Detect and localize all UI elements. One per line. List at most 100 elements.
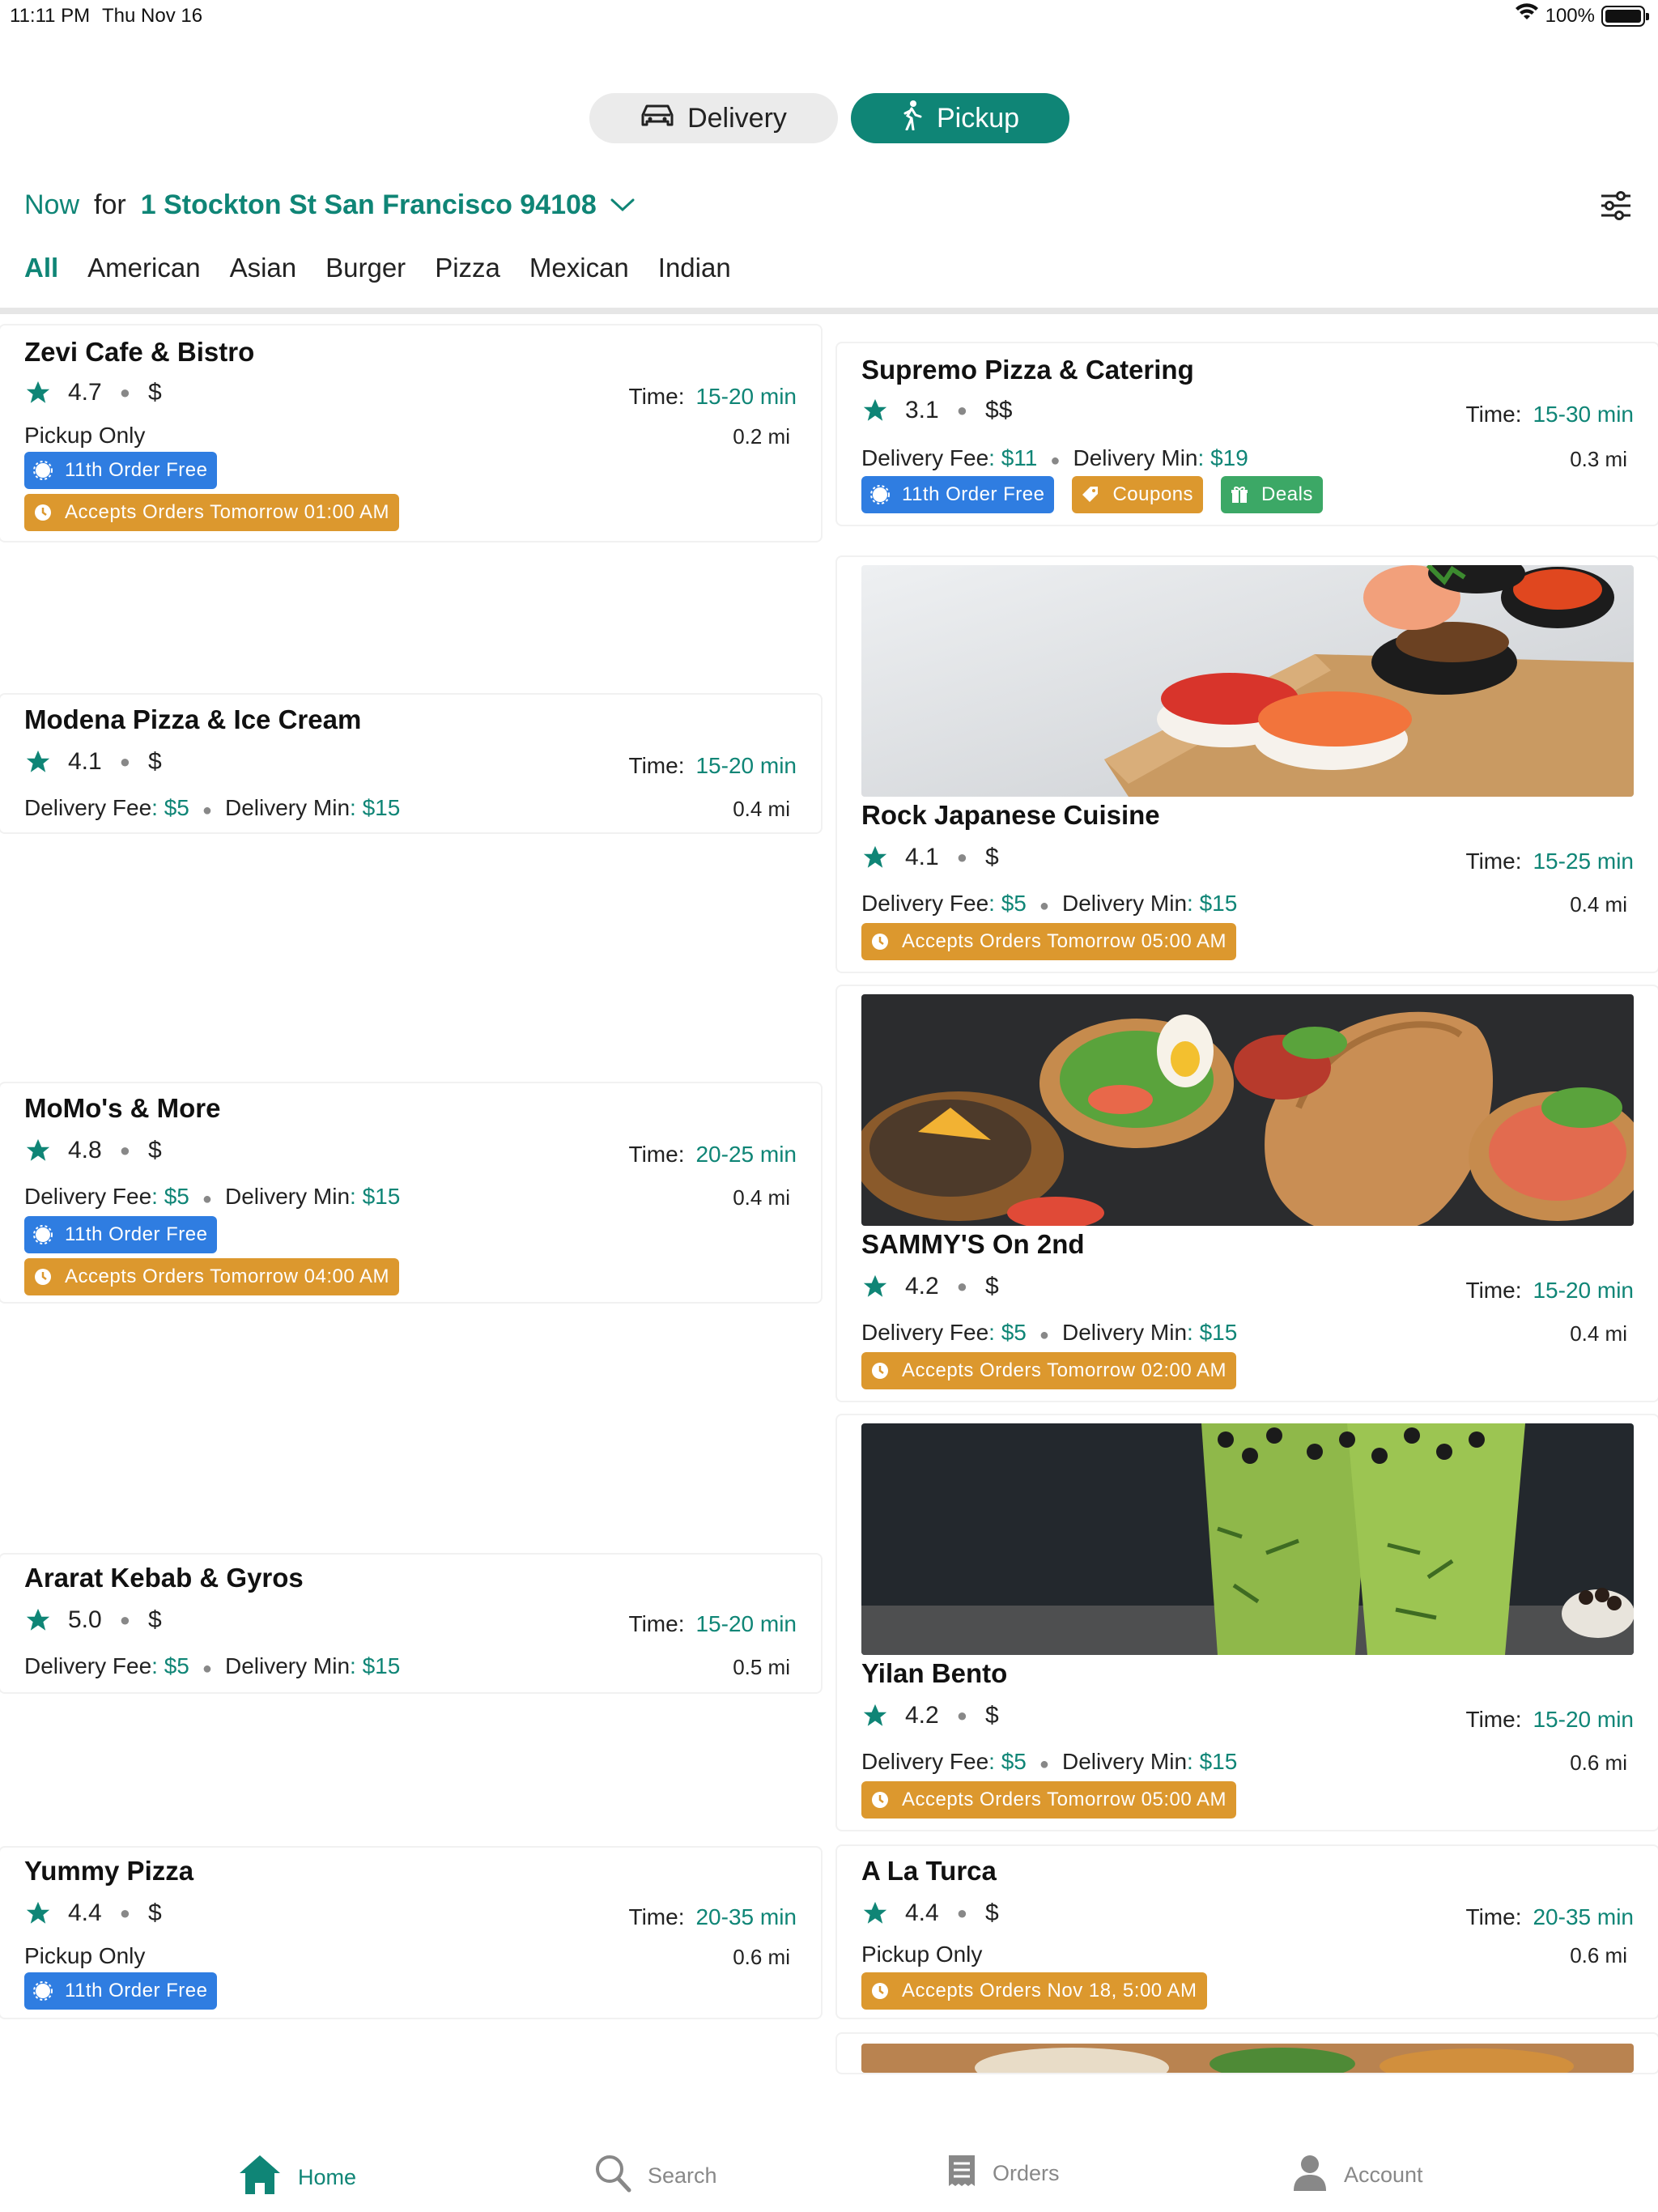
tab-home[interactable]: Home	[238, 2154, 356, 2201]
category-mexican[interactable]: Mexican	[529, 253, 629, 283]
deals-badge: Deals	[1221, 476, 1323, 513]
schedule-badge: Accepts Orders Tomorrow 02:00 AM	[861, 1352, 1237, 1389]
tab-orders[interactable]: Orders	[947, 2154, 1060, 2193]
rating-value: 4.2	[905, 1273, 939, 1300]
time-info: Time: 15-30 min	[1465, 402, 1634, 427]
category-burger[interactable]: Burger	[325, 253, 406, 283]
restaurant-card[interactable]: SAMMY'S On 2nd 4.2 ● $ Time: 15-20 min Deli…	[837, 986, 1658, 1401]
badge-row: 11th Order Free	[24, 1216, 218, 1253]
restaurant-card[interactable]: Rock Japanese Cuisine 4.1 ● $ Time: 15-25 m…	[837, 557, 1658, 972]
schedule-time[interactable]: Now	[24, 189, 79, 221]
price-level: $	[985, 1899, 999, 1926]
restaurant-name: Yummy Pizza	[24, 1856, 194, 1886]
car-icon	[640, 101, 674, 136]
price-level: $$	[985, 397, 1013, 423]
star-icon	[861, 397, 889, 424]
star-icon	[861, 1702, 889, 1729]
chevron-down-icon[interactable]	[610, 197, 636, 213]
rating-row: 4.1 ● $	[24, 748, 162, 776]
distance: 0.4 mi	[733, 1185, 790, 1210]
restaurant-card[interactable]: Ararat Kebab & Gyros 5.0 ● $ Time: 15-20 mi…	[0, 1555, 821, 1692]
star-icon	[24, 1606, 52, 1634]
filter-sliders-icon[interactable]	[1596, 186, 1635, 225]
delivery-fee: $11	[1001, 445, 1038, 470]
restaurant-card[interactable]: Zevi Cafe & Bistro 4.7 ● $ Time: 15-20 min …	[0, 325, 821, 541]
clock-icon	[869, 931, 891, 952]
delivery-fee: $5	[1001, 891, 1027, 916]
fee-row: Delivery Fee: $11 ● Delivery Min: $19	[861, 445, 1248, 470]
delivery-min: $15	[362, 1184, 401, 1209]
distance: 0.6 mi	[1570, 1750, 1627, 1775]
tab-account[interactable]: Account	[1292, 2154, 1423, 2197]
rating-value: 4.1	[905, 844, 939, 870]
address-selector[interactable]: 1 Stockton St San Francisco 94108	[141, 189, 597, 221]
category-american[interactable]: American	[87, 253, 200, 283]
rating-row: 4.2 ● $	[861, 1702, 999, 1729]
price-level: $	[148, 1606, 162, 1633]
category-indian[interactable]: Indian	[658, 253, 731, 283]
tab-search[interactable]: Search	[594, 2154, 717, 2198]
delivery-min: $15	[1199, 1320, 1238, 1345]
sushi-photo	[861, 565, 1634, 797]
clock-icon	[869, 1360, 891, 1381]
for-label: for	[94, 189, 126, 220]
delivery-fee: $5	[1001, 1749, 1027, 1774]
badge-row: Accepts Orders Tomorrow 02:00 AM	[861, 1352, 1237, 1389]
fee-row: Delivery Fee: $5 ● Delivery Min: $15	[861, 1749, 1238, 1774]
pickup-only-label: Pickup Only	[24, 423, 146, 448]
rating-value: 4.1	[68, 748, 102, 775]
badge-seal-icon	[32, 460, 53, 481]
tab-orders-label: Orders	[993, 2161, 1060, 2185]
time-info: Time: 20-25 min	[628, 1142, 797, 1167]
badge-seal-icon	[32, 1224, 53, 1245]
schedule-badge: Accepts Orders Nov 18, 5:00 AM	[861, 1972, 1207, 2010]
badge-row: Accepts Orders Nov 18, 5:00 AM	[861, 1972, 1207, 2010]
time-value: 20-35 min	[1533, 1904, 1634, 1929]
delivery-fee: $5	[164, 1653, 189, 1678]
badge-row: Accepts Orders Tomorrow 05:00 AM	[861, 1781, 1237, 1819]
star-icon	[861, 844, 889, 871]
restaurant-card[interactable]: Yummy Pizza 4.4 ● $ Time: 20-35 min Pickup …	[0, 1848, 821, 2018]
clock-icon	[32, 502, 53, 523]
rating-row: 5.0 ● $	[24, 1606, 162, 1634]
restaurant-name: Zevi Cafe & Bistro	[24, 337, 255, 367]
category-asian[interactable]: Asian	[230, 253, 297, 283]
distance: 0.4 mi	[1570, 892, 1627, 917]
category-all[interactable]: All	[24, 253, 58, 283]
restaurant-card-partial[interactable]	[837, 2034, 1658, 2073]
delivery-mode-button[interactable]: Delivery	[589, 93, 838, 143]
distance: 0.5 mi	[733, 1655, 790, 1679]
rating-value: 4.2	[905, 1702, 939, 1729]
category-pizza[interactable]: Pizza	[435, 253, 500, 283]
status-date: Thu Nov 16	[102, 5, 203, 27]
time-value: 20-35 min	[695, 1904, 797, 1929]
restaurant-card[interactable]: Supremo Pizza & Catering 3.1 ● $$ Time: 15-…	[837, 343, 1658, 525]
time-value: 15-20 min	[695, 1611, 797, 1636]
fee-row: Delivery Fee: $5 ● Delivery Min: $15	[861, 1320, 1238, 1345]
price-level: $	[985, 1702, 999, 1729]
delivery-fee: $5	[164, 1184, 189, 1209]
star-icon	[24, 748, 52, 776]
pickup-mode-button[interactable]: Pickup	[851, 93, 1069, 143]
restaurant-card[interactable]: A La Turca 4.4 ● $ Time: 20-35 min Pickup O…	[837, 1846, 1658, 2018]
star-icon	[861, 1273, 889, 1300]
promo-badge: 11th Order Free	[861, 476, 1055, 513]
restaurant-card[interactable]: Yilan Bento 4.2 ● $ Time: 15-20 min Deliver…	[837, 1415, 1658, 1830]
rating-value: 4.4	[905, 1899, 939, 1926]
fee-row: Delivery Fee: $5 ● Delivery Min: $15	[24, 795, 401, 820]
mode-switch: Delivery Pickup	[589, 93, 1069, 143]
battery-icon	[1601, 5, 1649, 27]
time-value: 20-25 min	[695, 1142, 797, 1167]
tab-account-label: Account	[1344, 2163, 1423, 2187]
schedule-badge: Accepts Orders Tomorrow 04:00 AM	[24, 1258, 400, 1295]
delivery-fee: $5	[164, 795, 189, 820]
tag-icon	[1080, 484, 1101, 505]
walking-icon	[901, 100, 924, 138]
status-bar: 11:11 PM Thu Nov 16 100%	[0, 0, 1658, 32]
badge-seal-icon	[32, 1980, 53, 2001]
star-icon	[24, 379, 52, 406]
restaurant-card[interactable]: Modena Pizza & Ice Cream 4.1 ● $ Time: 15-2…	[0, 695, 821, 832]
clock-icon	[869, 1980, 891, 2001]
restaurant-card[interactable]: MoMo's & More 4.8 ● $ Time: 20-25 min Deliv…	[0, 1083, 821, 1302]
promo-badge: 11th Order Free	[24, 1972, 218, 2010]
